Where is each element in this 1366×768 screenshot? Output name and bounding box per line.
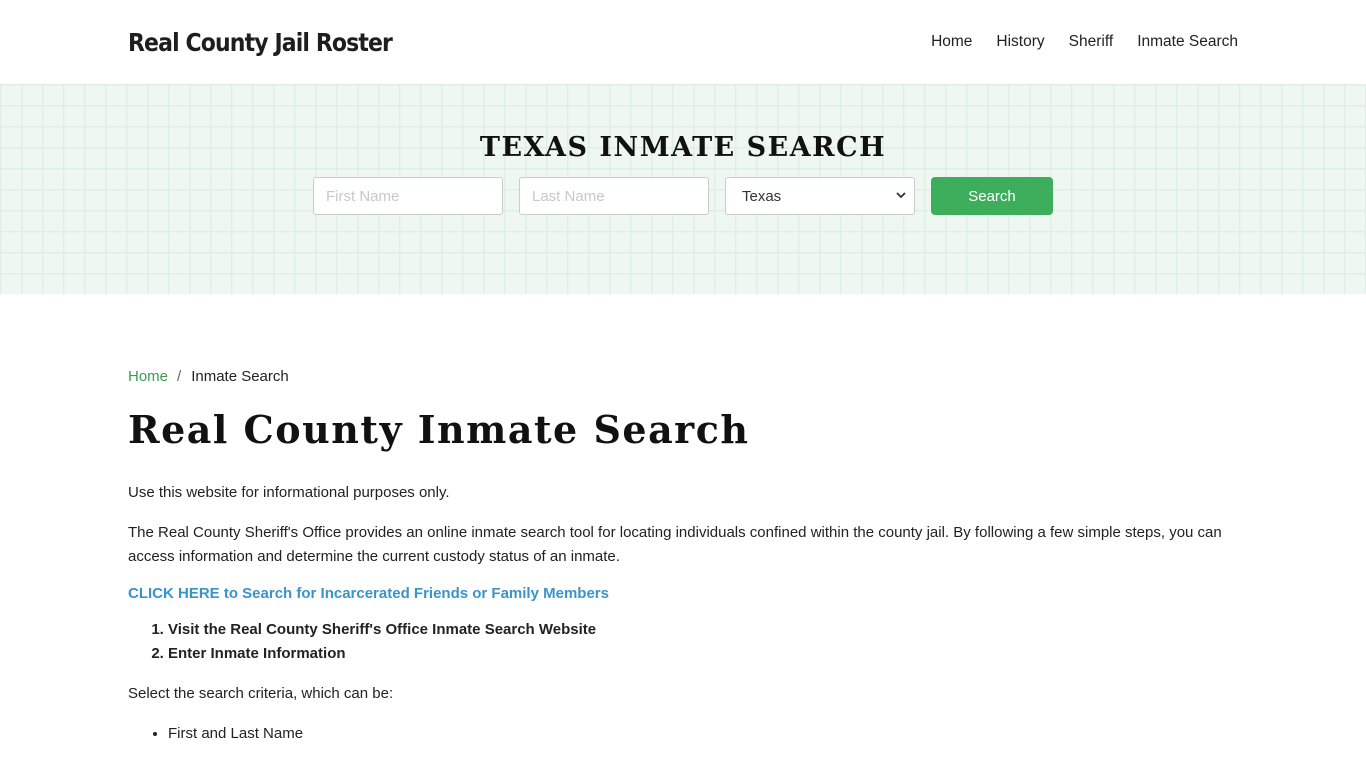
nav-history[interactable]: History: [996, 33, 1044, 51]
steps-list: Visit the Real County Sheriff's Office I…: [168, 618, 1238, 666]
search-button[interactable]: Search: [931, 177, 1053, 215]
step-item: Visit the Real County Sheriff's Office I…: [168, 618, 1238, 642]
step-item: Enter Inmate Information: [168, 642, 1238, 666]
main-content: Home / Inmate Search Real County Inmate …: [0, 294, 1366, 746]
criteria-list: First and Last Name: [168, 722, 1238, 746]
site-header: Real County Jail Roster Home History She…: [0, 0, 1366, 84]
breadcrumb: Home / Inmate Search: [128, 368, 1238, 385]
description-text: The Real County Sheriff's Office provide…: [128, 523, 1222, 565]
inmate-search-form: Texas Search: [313, 177, 1053, 215]
breadcrumb-current: Inmate Search: [191, 368, 289, 385]
nav-sheriff[interactable]: Sheriff: [1069, 33, 1114, 51]
intro-text: Use this website for informational purpo…: [128, 483, 450, 501]
chevron-down-icon: [896, 190, 906, 202]
hero-title: TEXAS INMATE SEARCH: [479, 132, 887, 163]
nav-inmate-search[interactable]: Inmate Search: [1137, 33, 1238, 51]
page-title: Real County Inmate Search: [128, 407, 750, 452]
state-select[interactable]: Texas: [725, 177, 915, 215]
last-name-input[interactable]: [519, 177, 709, 215]
criteria-intro: Select the search criteria, which can be…: [128, 684, 394, 702]
state-select-value: Texas: [742, 187, 782, 205]
main-nav: Home History Sheriff Inmate Search: [931, 33, 1238, 51]
search-hero: TEXAS INMATE SEARCH Texas Search: [0, 84, 1366, 294]
breadcrumb-home[interactable]: Home: [128, 368, 168, 385]
nav-home[interactable]: Home: [931, 33, 972, 51]
criteria-item: First and Last Name: [168, 722, 1238, 746]
first-name-input[interactable]: [313, 177, 503, 215]
site-logo[interactable]: Real County Jail Roster: [128, 28, 393, 57]
search-cta-link[interactable]: CLICK HERE to Search for Incarcerated Fr…: [128, 585, 609, 602]
breadcrumb-separator: /: [177, 368, 182, 385]
